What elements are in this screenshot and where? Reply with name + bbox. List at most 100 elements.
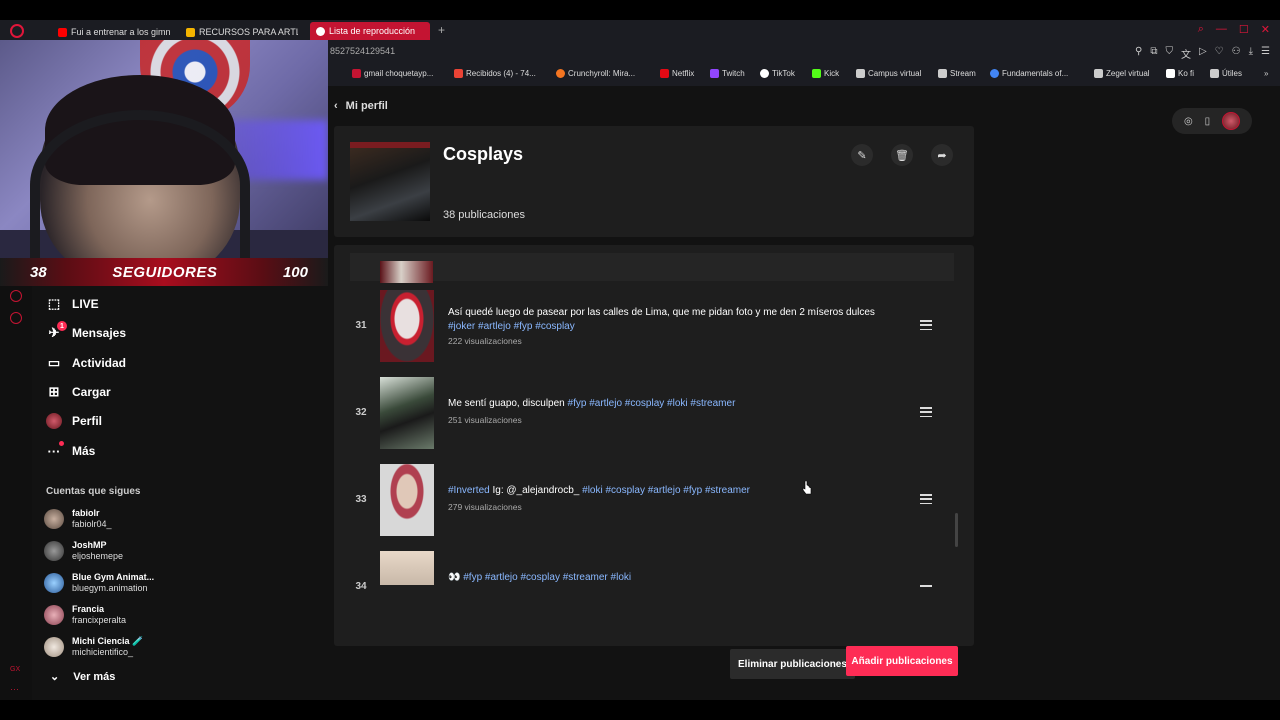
upload-icon: ⊞ bbox=[48, 384, 60, 399]
heart-icon[interactable]: ♡ bbox=[1215, 46, 1224, 61]
gx-icon[interactable]: GX bbox=[10, 666, 20, 673]
following-account[interactable]: Blue Gym Animat... bluegym.animation bbox=[44, 572, 154, 594]
browser-side-rail: GX ··· bbox=[0, 286, 32, 700]
sidebar-item-more[interactable]: ··· Más bbox=[46, 440, 95, 462]
account-icon[interactable]: ⚇ bbox=[1232, 46, 1241, 61]
messenger-icon[interactable] bbox=[10, 290, 22, 302]
bookmark[interactable]: Fundamentals of... bbox=[990, 69, 1068, 78]
download-icon[interactable]: ⤓ bbox=[1249, 46, 1253, 61]
sidebar-item-messages[interactable]: ✈ 1 Mensajes bbox=[46, 321, 126, 344]
following-title: Cuentas que sigues bbox=[46, 486, 141, 497]
followers-goal: 100 bbox=[282, 263, 308, 281]
bookmark[interactable]: TikTok bbox=[760, 69, 795, 78]
list-scrollbar[interactable] bbox=[955, 513, 958, 547]
following-account[interactable]: JoshMP eljoshemepe bbox=[44, 540, 123, 562]
hashtags[interactable]: #fyp #artlejo #cosplay #streamer #loki bbox=[463, 572, 631, 583]
browser-tab[interactable]: Fui a entrenar a los gimna bbox=[58, 23, 170, 41]
bookmark[interactable]: Netflix bbox=[660, 69, 694, 78]
drag-handle-icon[interactable] bbox=[920, 494, 932, 504]
following-account[interactable]: Michi Ciencia 🧪 michicientifico_ bbox=[44, 636, 143, 658]
hashtags[interactable]: #fyp #artlejo #cosplay #loki #streamer bbox=[568, 398, 736, 409]
instagram-icon[interactable] bbox=[10, 312, 22, 324]
browser-tab-active[interactable]: Lista de reproducción bbox=[310, 22, 430, 40]
drag-handle-icon[interactable] bbox=[920, 585, 932, 595]
bookmark[interactable]: Kick bbox=[812, 69, 839, 78]
video-list: 31 Así quedé luego de pasear por las cal… bbox=[334, 245, 974, 646]
hashtags[interactable]: #joker #artlejo #fyp #cosplay bbox=[448, 321, 575, 332]
delete-posts-button[interactable]: Eliminar publicaciones bbox=[730, 649, 855, 679]
list-item[interactable]: 34 👀 #fyp #artlejo #cosplay #streamer #l… bbox=[350, 551, 954, 623]
avatar bbox=[44, 541, 64, 561]
item-number: 31 bbox=[355, 320, 367, 331]
edit-button[interactable]: ✎ bbox=[851, 144, 873, 166]
bookmark[interactable]: Twitch bbox=[710, 69, 745, 78]
list-item[interactable]: 33 #Inverted Ig: @_alejandrocb_ #loki #c… bbox=[350, 464, 954, 536]
headset bbox=[30, 110, 250, 258]
add-posts-button[interactable]: Añadir publicaciones bbox=[846, 646, 958, 676]
bookmark[interactable]: Crunchyroll: Mira... bbox=[556, 69, 635, 78]
page-title: Cosplays bbox=[443, 144, 524, 164]
list-item[interactable] bbox=[350, 253, 954, 283]
compass-icon[interactable]: ◎ bbox=[1184, 116, 1193, 127]
video-caption: Me sentí guapo, disculpen #fyp #artlejo … bbox=[448, 398, 736, 409]
search-icon[interactable]: ⌕ bbox=[1198, 23, 1204, 36]
bookmark[interactable]: Stream bbox=[938, 69, 976, 78]
bookmark[interactable]: gmail choquetayp... bbox=[352, 69, 433, 78]
bookmark[interactable]: Zegel virtual bbox=[1094, 69, 1150, 78]
more-rail-icon[interactable]: ··· bbox=[10, 684, 19, 694]
play-icon[interactable]: ▷ bbox=[1199, 46, 1207, 61]
back-link[interactable]: ‹ Mi perfil bbox=[334, 100, 388, 112]
screen: Fui a entrenar a los gimna RECURSOS PARA… bbox=[0, 0, 1280, 720]
item-number: 34 bbox=[355, 581, 367, 592]
opera-logo-icon[interactable] bbox=[10, 24, 24, 38]
sidebar-item-activity[interactable]: ▭ Actividad bbox=[46, 352, 126, 374]
hashtags[interactable]: #loki #cosplay #artlejo #fyp #streamer bbox=[582, 485, 750, 496]
profile-avatar bbox=[46, 413, 62, 429]
drag-handle-icon[interactable] bbox=[920, 320, 932, 330]
pin-icon[interactable]: ⚲ bbox=[1135, 46, 1142, 61]
list-item[interactable]: 32 Me sentí guapo, disculpen #fyp #artle… bbox=[350, 377, 954, 449]
video-thumbnail bbox=[380, 551, 434, 585]
sidebar-item-profile[interactable]: Perfil bbox=[46, 410, 102, 432]
url-text[interactable]: 8527524129541 bbox=[330, 46, 395, 56]
following-account[interactable]: fabiolr fabiolr04_ bbox=[44, 508, 112, 530]
delete-button[interactable]: 🗑 bbox=[891, 144, 913, 166]
browser-tab[interactable]: RECURSOS PARA ARTLE bbox=[186, 23, 298, 41]
maximize-button[interactable]: ☐ bbox=[1239, 23, 1249, 36]
new-tab-button[interactable]: + bbox=[438, 23, 445, 37]
video-caption: Así quedé luego de pasear por las calles… bbox=[448, 307, 875, 332]
share-button[interactable]: ➦ bbox=[931, 144, 953, 166]
sidebar-item-upload[interactable]: ⊞ Cargar bbox=[46, 381, 111, 403]
notification-badge: 1 bbox=[57, 321, 67, 331]
pencil-icon: ✎ bbox=[857, 149, 867, 162]
followers-current: 38 bbox=[30, 263, 47, 281]
device-icon[interactable]: ▯ bbox=[1205, 116, 1211, 127]
bookmark[interactable]: Campus virtual bbox=[856, 69, 921, 78]
bookmark[interactable]: Recibidos (4) - 74... bbox=[454, 69, 536, 78]
google-icon bbox=[990, 69, 999, 78]
avatar bbox=[44, 573, 64, 593]
see-more-button[interactable]: ⌄ Ver más bbox=[50, 670, 115, 684]
translate-icon[interactable]: 文 bbox=[1181, 46, 1191, 61]
shield-icon[interactable]: ⛉ bbox=[1165, 46, 1173, 61]
following-account[interactable]: Francia francixperalta bbox=[44, 604, 126, 626]
sidebar-item-live[interactable]: ⬚ LIVE bbox=[46, 293, 99, 315]
kick-icon bbox=[812, 69, 821, 78]
follower-goal-bar: 38 SEGUIDORES 100 bbox=[0, 258, 328, 286]
bookmarks-overflow-icon[interactable]: » bbox=[1264, 69, 1268, 78]
list-item[interactable]: 31 Así quedé luego de pasear por las cal… bbox=[350, 290, 954, 362]
bookmark[interactable]: Útiles bbox=[1210, 69, 1242, 78]
publication-count: 38 publicaciones bbox=[443, 209, 525, 221]
notification-dot bbox=[59, 441, 64, 446]
menu-icon[interactable]: ☰ bbox=[1261, 46, 1270, 61]
snapshot-icon[interactable]: ⧉ bbox=[1150, 46, 1157, 61]
bookmark[interactable]: Ko fi bbox=[1166, 69, 1194, 78]
close-button[interactable]: ✕ bbox=[1261, 23, 1270, 36]
hand-cursor-icon bbox=[802, 481, 812, 495]
folder-icon bbox=[938, 69, 947, 78]
drag-handle-icon[interactable] bbox=[920, 407, 932, 417]
tiktok-icon bbox=[316, 26, 325, 36]
minimize-button[interactable]: — bbox=[1216, 23, 1227, 36]
eyes-emoji-icon: 👀 bbox=[448, 572, 461, 583]
user-avatar[interactable] bbox=[1222, 112, 1241, 130]
